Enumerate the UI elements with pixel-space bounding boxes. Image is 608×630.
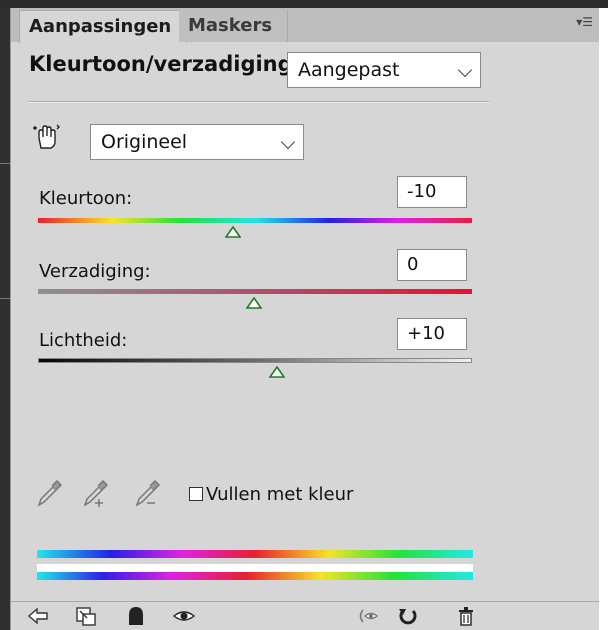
footer-divider bbox=[11, 601, 599, 602]
adjustments-panel: Aanpassingen Maskers ▾☰ Kleurtoon/verzad… bbox=[10, 8, 599, 630]
clip-to-layer-icon[interactable] bbox=[75, 605, 97, 627]
lightness-label: Lichtheid: bbox=[39, 330, 128, 351]
saturation-label: Verzadiging: bbox=[39, 261, 151, 282]
eyedropper-minus-icon[interactable] bbox=[133, 478, 161, 508]
eyedropper-icon[interactable] bbox=[35, 478, 63, 508]
view-previous-state-icon[interactable] bbox=[357, 605, 379, 627]
chevron-down-icon bbox=[280, 134, 296, 150]
saturation-value-field[interactable]: 0 bbox=[397, 249, 467, 281]
colorize-option[interactable]: Vullen met kleur bbox=[189, 483, 353, 505]
channel-selected-value: Origineel bbox=[101, 131, 188, 153]
colorize-label: Vullen met kleur bbox=[206, 483, 354, 505]
trash-icon[interactable] bbox=[455, 605, 477, 627]
adjustment-title: Kleurtoon/verzadiging bbox=[29, 52, 293, 76]
hue-slider-thumb[interactable] bbox=[225, 226, 241, 238]
edge-tick bbox=[0, 298, 10, 299]
tab-maskers[interactable]: Maskers bbox=[179, 10, 288, 42]
output-color-bar bbox=[37, 572, 473, 580]
lightness-slider-track[interactable] bbox=[38, 358, 472, 363]
preset-selected-value: Aangepast bbox=[298, 59, 400, 81]
channel-dropdown[interactable]: Origineel bbox=[90, 124, 304, 160]
window-top-strip bbox=[0, 0, 608, 8]
eyedropper-plus-icon[interactable] bbox=[81, 478, 109, 508]
header-divider bbox=[29, 101, 489, 102]
lightness-value-field[interactable]: +10 bbox=[397, 318, 467, 350]
lightness-slider-thumb[interactable] bbox=[269, 366, 285, 378]
eye-icon[interactable] bbox=[173, 605, 195, 627]
layer-visibility-mask-icon[interactable] bbox=[125, 605, 147, 627]
preset-dropdown[interactable]: Aangepast bbox=[287, 52, 481, 88]
workspace-left-edge bbox=[0, 8, 10, 630]
hue-value-field[interactable]: -10 bbox=[397, 176, 467, 208]
tab-aanpassingen[interactable]: Aanpassingen bbox=[19, 10, 187, 43]
back-arrow-icon[interactable] bbox=[27, 605, 49, 627]
hue-slider-track[interactable] bbox=[38, 218, 472, 223]
hue-label: Kleurtoon: bbox=[39, 188, 133, 209]
chevron-down-icon bbox=[457, 62, 473, 78]
targeted-adjustment-hand-icon[interactable] bbox=[31, 122, 61, 152]
input-color-bar bbox=[37, 550, 473, 558]
tab-bar: Aanpassingen Maskers ▾☰ bbox=[11, 8, 599, 43]
reset-icon[interactable] bbox=[397, 605, 419, 627]
panel-menu-icon[interactable]: ▾☰ bbox=[576, 16, 593, 28]
colorize-checkbox[interactable] bbox=[189, 487, 203, 501]
saturation-slider-track[interactable] bbox=[38, 289, 472, 294]
edge-tick bbox=[0, 163, 10, 164]
saturation-slider-thumb[interactable] bbox=[246, 297, 262, 309]
